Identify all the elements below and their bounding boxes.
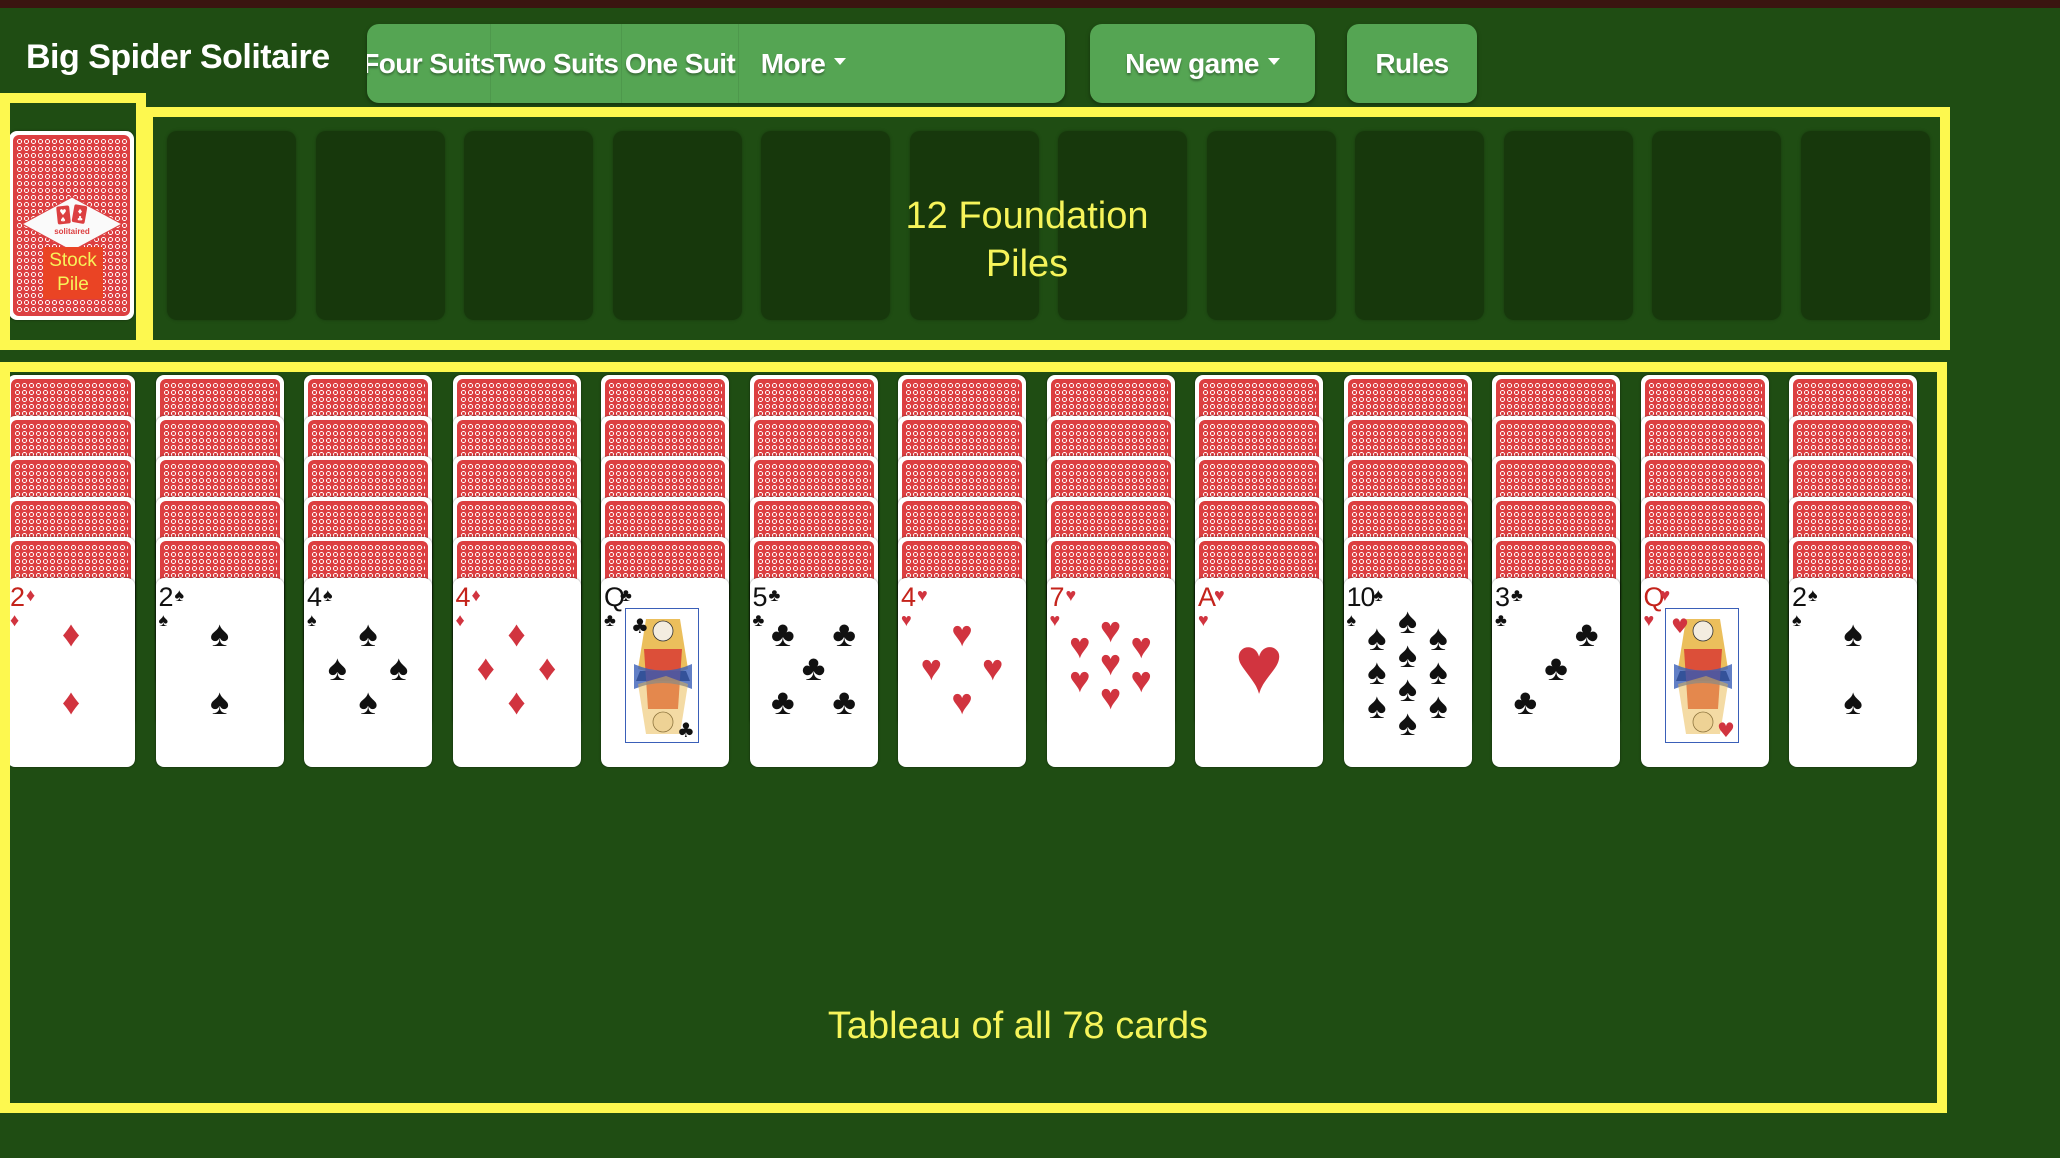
four-suits-label: Four Suits: [367, 47, 495, 79]
one-suit-button[interactable]: One Suit: [622, 24, 739, 103]
more-label: More: [760, 47, 826, 79]
window-top-strip: [0, 0, 2060, 8]
one-suit-label: One Suit: [624, 47, 736, 79]
caret-down-icon: [834, 58, 847, 65]
rules-label: Rules: [1375, 47, 1449, 79]
stock-highlight-frame: [0, 93, 146, 350]
two-suits-button[interactable]: Two Suits: [491, 24, 622, 103]
four-suits-button[interactable]: Four Suits: [367, 24, 495, 103]
app-title: Big Spider Solitaire: [26, 38, 330, 76]
caret-down-icon: [1267, 58, 1280, 65]
foundation-annotation-line2: Piles: [985, 243, 1069, 285]
two-suits-label: Two Suits: [493, 47, 619, 79]
new-game-button-group: New game: [1090, 24, 1315, 103]
more-dropdown-button[interactable]: More: [739, 24, 868, 103]
tableau-highlight-frame: [0, 362, 1947, 1113]
variant-button-group: Four Suits Two Suits One Suit More: [367, 24, 1065, 103]
tableau-annotation: Tableau of all 78 cards: [827, 1005, 1209, 1047]
new-game-label: New game: [1125, 47, 1259, 79]
foundation-annotation-line1: 12 Foundation: [905, 195, 1149, 237]
foundation-annotation: 12 Foundation Piles: [827, 192, 1227, 288]
rules-button-group: Rules: [1347, 24, 1477, 103]
rules-button[interactable]: Rules: [1347, 24, 1477, 103]
new-game-dropdown-button[interactable]: New game: [1090, 24, 1315, 103]
